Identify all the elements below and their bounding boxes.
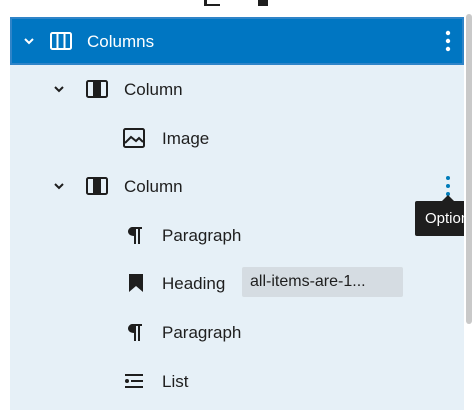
list-item-label: Column	[124, 177, 183, 196]
list-item-columns[interactable]: Columns	[10, 17, 464, 65]
list-item-label: Heading	[162, 274, 226, 293]
paragraph-icon	[128, 227, 142, 244]
list-view-panel: Columns Column Image Column Options Para…	[0, 0, 474, 410]
list-item-paragraph[interactable]: Paragraph	[10, 211, 464, 259]
list-item-paragraph[interactable]: Paragraph	[10, 308, 464, 356]
list-item-label: List	[162, 372, 189, 391]
image-icon	[123, 128, 145, 148]
chevron-down-icon[interactable]	[52, 82, 66, 96]
chevron-down-icon[interactable]	[52, 179, 66, 193]
options-kebab-icon[interactable]	[445, 30, 451, 52]
list-item-label: Columns	[87, 32, 155, 51]
list-item-column[interactable]: Column	[10, 162, 464, 210]
list-item-column[interactable]: Column	[10, 65, 464, 113]
options-kebab-icon[interactable]	[445, 175, 451, 197]
list-item-label: Column	[124, 80, 183, 99]
column-icon	[86, 80, 108, 98]
anchor-badge: all-items-are-1...	[242, 267, 403, 297]
columns-icon	[50, 32, 72, 50]
paragraph-icon	[128, 324, 142, 341]
scrollbar[interactable]	[466, 14, 472, 324]
list-item-label: Image	[162, 129, 210, 148]
list-item-image[interactable]: Image	[10, 113, 464, 161]
list-item-label: Paragraph	[162, 226, 242, 245]
list-item-list[interactable]: List	[10, 356, 464, 404]
toolbar-fragment	[204, 0, 268, 6]
chevron-down-icon[interactable]	[22, 34, 36, 48]
bookmark-icon	[129, 274, 143, 292]
list-icon	[125, 374, 143, 388]
column-icon	[86, 177, 108, 195]
list-item-label: Paragraph	[162, 323, 242, 342]
